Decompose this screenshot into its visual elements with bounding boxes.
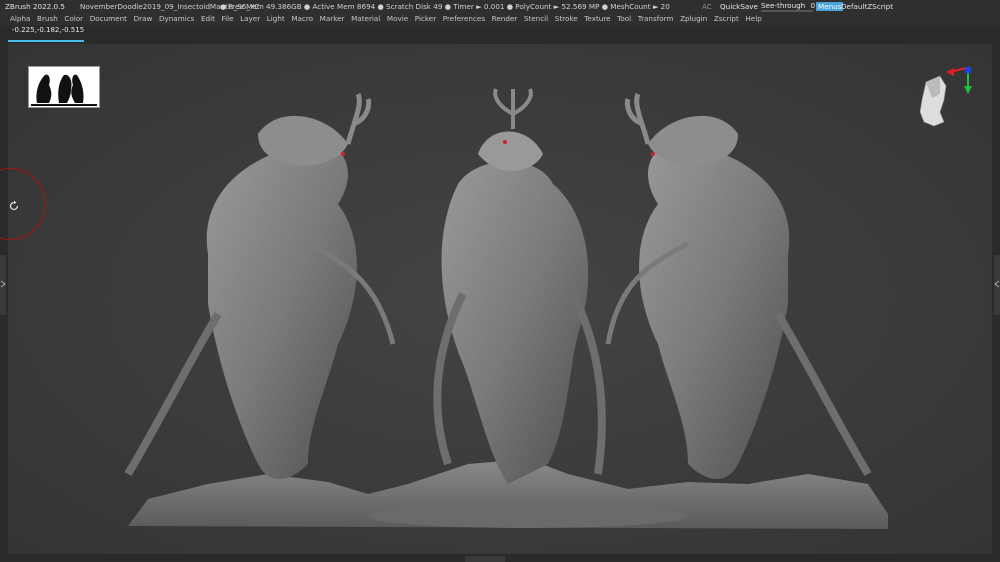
menu-item-light[interactable]: Light <box>267 13 285 25</box>
rotate-icon[interactable] <box>8 197 20 211</box>
menu-item-material[interactable]: Material <box>351 13 380 25</box>
creature-center <box>433 88 606 484</box>
menu-item-draw[interactable]: Draw <box>134 13 153 25</box>
coordinate-bar: -0.225,-0.182,-0.515 <box>0 25 1000 42</box>
see-through-slider[interactable]: See-through 0 <box>761 1 816 12</box>
chevron-icon <box>994 280 1000 288</box>
menu-item-tool[interactable]: Tool <box>617 13 631 25</box>
bottom-tray-handle[interactable] <box>465 556 505 562</box>
menu-item-picker[interactable]: Picker <box>415 13 436 25</box>
see-through-label: See-through <box>761 1 806 10</box>
menu-bar: Alpha Brush Color Document Draw Dynamics Edit F… <box>0 13 1000 25</box>
creature-right <box>605 92 872 479</box>
cursor-coordinates: -0.225,-0.182,-0.515 <box>12 26 85 34</box>
quicksave-button[interactable]: QuickSave <box>720 0 758 13</box>
chevron-icon <box>0 280 6 288</box>
viewport-canvas[interactable] <box>8 44 992 554</box>
menu-item-zscript[interactable]: Zscript <box>714 13 739 25</box>
head-navigator-icon[interactable] <box>910 64 982 136</box>
menu-item-color[interactable]: Color <box>64 13 83 25</box>
sculpt-model-render <box>124 88 888 529</box>
menus-toggle-button[interactable]: Menus <box>816 2 844 11</box>
menu-item-document[interactable]: Document <box>90 13 127 25</box>
menu-item-edit[interactable]: Edit <box>201 13 215 25</box>
menu-item-macro[interactable]: Macro <box>291 13 313 25</box>
menu-item-movie[interactable]: Movie <box>387 13 408 25</box>
menu-item-alpha[interactable]: Alpha <box>10 13 30 25</box>
menu-item-stroke[interactable]: Stroke <box>555 13 578 25</box>
silhouette-thumbnail[interactable] <box>28 66 100 108</box>
see-through-track <box>761 10 813 12</box>
app-name: ZBrush 2022.0.5 <box>5 2 65 11</box>
menu-item-texture[interactable]: Texture <box>584 13 610 25</box>
axis-z-icon <box>964 66 972 74</box>
active-indicator-line <box>8 40 84 42</box>
menu-item-stencil[interactable]: Stencil <box>524 13 548 25</box>
default-zscript-button[interactable]: DefaultZScript <box>841 0 893 13</box>
see-through-value: 0 <box>810 1 816 10</box>
menu-item-layer[interactable]: Layer <box>240 13 260 25</box>
ac-button[interactable]: AC <box>702 0 712 13</box>
menu-item-file[interactable]: File <box>222 13 234 25</box>
title-bar: ZBrush 2022.0.5 NovemberDoodle2019_09_In… <box>0 0 1000 13</box>
right-tray-handle[interactable] <box>994 255 1000 315</box>
menu-item-help[interactable]: Help <box>745 13 761 25</box>
menu-item-marker[interactable]: Marker <box>320 13 345 25</box>
menu-item-render[interactable]: Render <box>492 13 518 25</box>
menu-item-zplugin[interactable]: Zplugin <box>680 13 707 25</box>
creature-left <box>124 92 396 479</box>
menu-item-transform[interactable]: Transform <box>638 13 674 25</box>
base-disc <box>368 504 688 528</box>
left-tray-handle[interactable] <box>0 255 6 315</box>
memory-stats: ● Free Mem 49.386GB ● Active Mem 8694 ● … <box>220 2 670 11</box>
menu-item-dynamics[interactable]: Dynamics <box>159 13 194 25</box>
menu-item-preferences[interactable]: Preferences <box>443 13 485 25</box>
menu-item-brush[interactable]: Brush <box>37 13 58 25</box>
